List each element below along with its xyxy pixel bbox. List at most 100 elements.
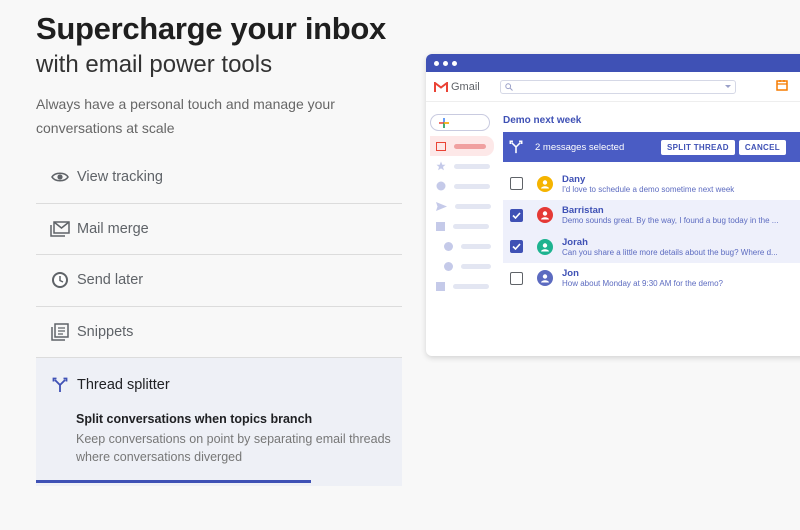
window-dot xyxy=(443,60,448,66)
feature-thread-splitter[interactable]: Thread splitter Split conversations when… xyxy=(36,358,402,486)
sidebar-placeholder xyxy=(455,203,491,209)
feature-list: View tracking Mail merge Send later Snip… xyxy=(36,152,402,486)
sidebar-item-drafts[interactable] xyxy=(430,216,496,236)
gmail-m-icon xyxy=(434,81,448,92)
avatar xyxy=(537,238,553,255)
compose-button[interactable] xyxy=(430,114,490,131)
checkbox[interactable] xyxy=(510,271,523,285)
avatar xyxy=(537,270,553,287)
folder-icon xyxy=(436,281,445,291)
selection-toolbar: 2 messages selected SPLIT THREAD CANCEL xyxy=(503,132,800,162)
draft-icon xyxy=(436,221,445,231)
message-snippet: How about Monday at 9:30 AM for the demo… xyxy=(562,279,723,289)
feature-snippets[interactable]: Snippets xyxy=(36,307,402,358)
clock-icon xyxy=(49,269,71,291)
split-thread-button[interactable]: SPLIT THREAD xyxy=(661,139,735,155)
gmail-logo: Gmail xyxy=(434,81,480,93)
label-dot-icon xyxy=(444,261,453,271)
progress-fill xyxy=(36,480,311,483)
message-snippet: I'd love to schedule a demo sometime nex… xyxy=(562,184,735,194)
star-icon xyxy=(436,161,446,171)
person-icon xyxy=(541,180,549,189)
split-icon xyxy=(49,374,71,396)
sidebar-item-snoozed[interactable] xyxy=(430,176,496,196)
check-icon xyxy=(512,243,521,251)
plus-icon xyxy=(439,117,449,128)
sidebar-placeholder xyxy=(454,183,490,189)
sidebar-placeholder xyxy=(453,223,489,229)
split-icon xyxy=(509,140,523,154)
sidebar-item-label[interactable] xyxy=(430,236,496,256)
label-dot-icon xyxy=(444,241,453,251)
message-snippet: Can you share a little more details abou… xyxy=(562,247,778,257)
message-row[interactable]: Dany I'd love to schedule a demo sometime… xyxy=(503,168,800,200)
sidebar-item-more[interactable] xyxy=(430,276,496,296)
feature-label: Mail merge xyxy=(77,220,149,237)
feature-label: Thread splitter xyxy=(77,377,170,393)
feature-detail-description: Keep conversations on point by separatin… xyxy=(76,432,391,464)
sidebar-item-starred[interactable] xyxy=(430,156,496,176)
message-text: Barristan Demo sounds great. By the way, … xyxy=(562,205,792,225)
hero: Supercharge your inbox with email power … xyxy=(36,10,436,82)
feature-progress-bar xyxy=(36,480,402,483)
feature-mail-merge[interactable]: Mail merge xyxy=(36,204,402,255)
message-row[interactable]: Barristan Demo sounds great. By the way, … xyxy=(503,199,800,231)
gmail-sidebar xyxy=(430,114,496,296)
check-icon xyxy=(512,212,521,219)
avatar xyxy=(537,175,553,192)
message-list: Dany I'd love to schedule a demo sometime… xyxy=(503,168,800,294)
search-input[interactable] xyxy=(499,79,736,94)
message-text: Dany I'd love to schedule a demo sometime… xyxy=(562,174,792,194)
eye-icon xyxy=(49,166,71,188)
thread-title: Demo next week xyxy=(503,115,582,126)
feature-send-later[interactable]: Send later xyxy=(36,255,402,307)
message-sender: Jon xyxy=(562,268,579,280)
message-text: Jorah Can you share a little more details… xyxy=(562,237,792,257)
hero-title: Supercharge your inbox xyxy=(36,11,386,46)
sidebar-item-label[interactable] xyxy=(430,256,496,276)
calendar-icon[interactable] xyxy=(775,78,788,96)
clock-icon xyxy=(436,181,446,191)
sidebar-placeholder xyxy=(461,263,491,269)
feature-label: Send later xyxy=(77,272,144,289)
sidebar-placeholder xyxy=(461,243,491,249)
feature-label: Snippets xyxy=(77,323,134,340)
checkbox-checked[interactable] xyxy=(510,240,523,254)
person-icon xyxy=(541,243,549,252)
selection-count: 2 messages selected xyxy=(535,141,625,153)
checkbox-checked[interactable] xyxy=(510,208,523,222)
window-title-bar xyxy=(426,54,800,72)
cancel-button[interactable]: CANCEL xyxy=(738,139,786,155)
chevron-down-icon xyxy=(724,84,731,88)
person-icon xyxy=(541,274,549,283)
feature-detail-title: Split conversations when topics branch xyxy=(76,412,313,426)
person-icon xyxy=(541,211,549,220)
message-snippet: Demo sounds great. By the way, I found a… xyxy=(562,216,779,226)
gmail-logo-text: Gmail xyxy=(451,80,480,93)
hero-subtitle: with email power tools xyxy=(36,51,273,78)
sidebar-placeholder xyxy=(454,143,486,149)
message-row[interactable]: Jon How about Monday at 9:30 AM for the d… xyxy=(503,263,800,295)
sidebar-item-inbox[interactable] xyxy=(430,136,494,156)
checkbox[interactable] xyxy=(510,177,523,191)
gmail-thread-view: Demo next week 2 messages selected SPLIT… xyxy=(503,112,800,294)
hero-description: Always have a personal touch and manage … xyxy=(36,96,335,136)
gmail-header: Gmail xyxy=(426,72,800,102)
search-icon xyxy=(505,82,513,91)
feature-label: View tracking xyxy=(77,169,163,186)
send-icon xyxy=(436,201,447,211)
inbox-icon xyxy=(436,141,446,151)
message-sender: Jorah xyxy=(562,236,588,248)
snippets-icon xyxy=(49,321,71,343)
gmail-mock-window: Gmail Demo next week 2 messages selected… xyxy=(426,54,800,356)
window-dot xyxy=(452,60,457,66)
sidebar-placeholder xyxy=(454,163,490,169)
message-row[interactable]: Jorah Can you share a little more details… xyxy=(503,231,800,263)
mail-merge-icon xyxy=(49,218,71,240)
avatar xyxy=(537,207,553,224)
message-sender: Barristan xyxy=(562,205,604,217)
feature-view-tracking[interactable]: View tracking xyxy=(36,152,402,204)
sidebar-item-sent[interactable] xyxy=(430,196,496,216)
message-text: Jon How about Monday at 9:30 AM for the d… xyxy=(562,268,792,288)
sidebar-placeholder xyxy=(453,283,489,289)
